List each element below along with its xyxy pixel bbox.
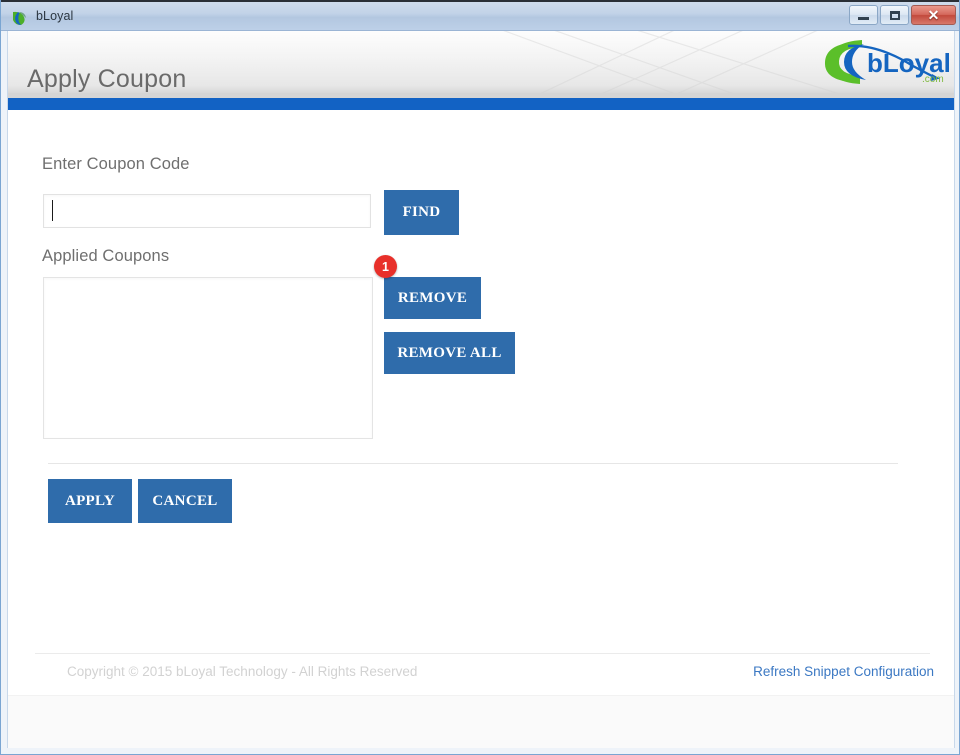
bloyal-logo: bLoyal .com [818,36,951,88]
applied-coupons-list[interactable] [43,277,373,439]
bloyal-leaf-icon [12,10,29,26]
accent-bar [8,98,954,110]
title-bar: bLoyal ✕ [1,0,959,31]
refresh-snippet-configuration-link[interactable]: Refresh Snippet Configuration [753,664,934,679]
maximize-button[interactable] [880,5,909,25]
svg-text:.com: .com [922,74,944,85]
footer-strip [8,695,954,748]
minimize-button[interactable] [849,5,878,25]
window-title: bLoyal [36,9,74,23]
window-controls: ✕ [849,5,956,25]
applied-coupons-label: Applied Coupons [42,247,170,265]
find-button[interactable]: FIND [384,190,459,235]
step-badge-1: 1 [374,255,397,278]
remove-all-button[interactable]: REMOVE ALL [384,332,515,374]
main-content: Enter Coupon Code 1 FIND Applied Coupons… [8,110,954,748]
action-divider [48,463,898,464]
app-header: Apply Coupon bLoyal .com [8,31,954,93]
text-cursor [52,200,53,221]
page-title: Apply Coupon [27,64,187,93]
page-body: Apply Coupon bLoyal .com Enter Coupon Co… [7,31,955,748]
close-button[interactable]: ✕ [911,5,956,25]
restore-icon [889,10,900,20]
apply-button[interactable]: APPLY [48,479,132,523]
minimize-icon [858,16,869,20]
close-icon: ✕ [927,7,940,23]
coupon-code-input[interactable] [43,194,371,228]
coupon-code-label: Enter Coupon Code [42,155,190,173]
copyright-text: Copyright © 2015 bLoyal Technology - All… [67,664,418,679]
application-window: bLoyal ✕ Apply Coupon bLoyal .com Enter … [0,0,960,755]
cancel-button[interactable]: CANCEL [138,479,232,523]
remove-button[interactable]: REMOVE [384,277,481,319]
footer-divider [35,653,930,654]
